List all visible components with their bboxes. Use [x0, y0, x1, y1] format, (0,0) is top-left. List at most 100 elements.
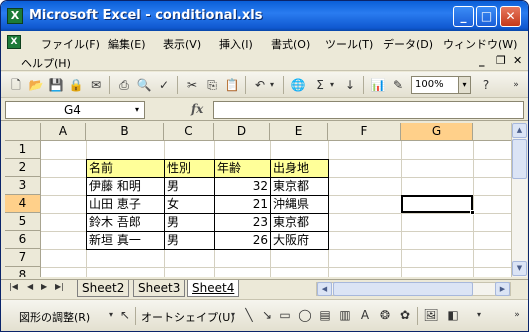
fill-color-dropdown-icon[interactable]: ▾	[471, 307, 487, 323]
scroll-up-icon[interactable]: ▲	[512, 123, 527, 138]
fill-handle[interactable]	[470, 210, 475, 215]
vertical-scrollbar[interactable]: ▲ ▼	[511, 123, 527, 277]
copy-icon[interactable]: ⎘	[203, 76, 221, 94]
picture-icon[interactable]: 🖼	[423, 307, 439, 323]
arrow-icon[interactable]: ↘	[259, 307, 275, 323]
sort-ascending-icon[interactable]: ↓	[341, 76, 359, 94]
sheet-tab-sheet3[interactable]: Sheet3	[133, 280, 186, 297]
row-header[interactable]: 6	[5, 231, 41, 249]
scroll-left-icon[interactable]: ◀	[317, 282, 332, 296]
row-header[interactable]: 8	[5, 267, 41, 277]
column-header[interactable]: B	[86, 123, 164, 141]
column-header[interactable]: D	[214, 123, 270, 141]
column-header[interactable]: F	[328, 123, 401, 141]
table-cell[interactable]: 東京都	[271, 214, 328, 232]
table-cell[interactable]: 東京都	[271, 178, 328, 196]
table-cell[interactable]: 新垣 真一	[87, 232, 164, 250]
column-header[interactable]: A	[41, 123, 86, 141]
select-objects-icon[interactable]: ↖	[117, 307, 133, 323]
diagram-icon[interactable]: ❂	[377, 307, 393, 323]
row-header[interactable]: 5	[5, 213, 41, 231]
menu-tools[interactable]: ツール(T)	[325, 36, 373, 52]
title-bar[interactable]: X Microsoft Excel - conditional.xls _ □ …	[1, 1, 528, 31]
toolbar-overflow-icon[interactable]: »	[507, 76, 525, 94]
draw-menu-button[interactable]: 図形の調整(R)	[19, 309, 90, 325]
paste-icon[interactable]: 📋	[223, 76, 241, 94]
horizontal-scrollbar[interactable]: ◀ ▶	[316, 282, 511, 296]
menu-insert[interactable]: 挿入(I)	[219, 36, 253, 52]
table-header-cell[interactable]: 名前	[87, 160, 164, 178]
permission-icon[interactable]: 🔒	[67, 76, 85, 94]
table-cell[interactable]: 伊藤 和明	[87, 178, 164, 196]
insert-function-icon[interactable]: fx	[191, 102, 203, 116]
line-icon[interactable]: ╲	[241, 307, 257, 323]
doc-minimize-icon[interactable]: _	[479, 54, 485, 67]
table-cell[interactable]: 山田 恵子	[87, 196, 164, 214]
scroll-right-icon[interactable]: ▶	[495, 282, 510, 296]
table-header-cell[interactable]: 性別	[165, 160, 214, 178]
hscroll-thumb[interactable]	[333, 282, 473, 296]
table-cell[interactable]: 21	[215, 196, 270, 214]
zoom-dropdown-icon[interactable]: ▾	[458, 77, 470, 93]
select-all-corner[interactable]	[5, 123, 41, 141]
menu-edit[interactable]: 編集(E)	[108, 36, 146, 52]
vertical-textbox-icon[interactable]: ▥	[337, 307, 353, 323]
scroll-thumb[interactable]	[512, 139, 527, 179]
table-cell[interactable]: 鈴木 吾郎	[87, 214, 164, 232]
autosum-dropdown-icon[interactable]: ▾	[327, 76, 337, 94]
hyperlink-icon[interactable]: 🌐	[289, 76, 307, 94]
last-sheet-icon[interactable]: ▶|	[55, 282, 64, 291]
worksheet-grid[interactable]: A B C D E F G 1 2 3 4 5 6 7 8 名前 性別 年齢 出	[5, 123, 511, 277]
oval-icon[interactable]: ◯	[297, 307, 313, 323]
doc-close-icon[interactable]: ✕	[513, 54, 522, 67]
row-header[interactable]: 2	[5, 159, 41, 177]
table-cell[interactable]: 男	[165, 214, 214, 232]
first-sheet-icon[interactable]: |◀	[9, 282, 18, 291]
help-icon[interactable]: ?	[477, 76, 495, 94]
save-icon[interactable]: 💾	[47, 76, 65, 94]
autoshapes-dropdown-icon[interactable]: ▾	[225, 307, 241, 323]
table-cell[interactable]: 23	[215, 214, 270, 232]
drawing-overflow-icon[interactable]: »	[509, 307, 525, 323]
fill-color-icon[interactable]: ◧	[445, 307, 461, 323]
active-cell-g4[interactable]	[401, 195, 475, 215]
textbox-icon[interactable]: ▤	[317, 307, 333, 323]
excel-app-icon[interactable]: X	[7, 8, 23, 24]
open-icon[interactable]: 📂	[27, 76, 45, 94]
table-cell[interactable]: 女	[165, 196, 214, 214]
table-cell[interactable]: 大阪府	[271, 232, 328, 250]
row-header[interactable]: 7	[5, 249, 41, 267]
name-box-dropdown-icon[interactable]: ▾	[130, 102, 144, 118]
sheet-tab-sheet2[interactable]: Sheet2	[77, 280, 130, 297]
table-cell[interactable]: 男	[165, 178, 214, 196]
row-header[interactable]: 1	[5, 141, 41, 159]
drawing-icon[interactable]: ✎	[389, 76, 407, 94]
print-preview-icon[interactable]: 🔍	[135, 76, 153, 94]
menu-window[interactable]: ウィンドウ(W)	[443, 36, 517, 52]
prev-sheet-icon[interactable]: ◀	[27, 282, 33, 291]
table-cell[interactable]: 男	[165, 232, 214, 250]
formula-input[interactable]	[213, 101, 524, 119]
undo-dropdown-icon[interactable]: ▾	[267, 76, 277, 94]
menu-help[interactable]: ヘルプ(H)	[21, 55, 71, 71]
next-sheet-icon[interactable]: ▶	[41, 282, 47, 291]
menu-format[interactable]: 書式(O)	[271, 36, 310, 52]
scroll-down-icon[interactable]: ▼	[512, 261, 527, 276]
menu-file[interactable]: ファイル(F)	[41, 36, 100, 52]
table-cell[interactable]: 26	[215, 232, 270, 250]
table-cell[interactable]: 32	[215, 178, 270, 196]
spelling-icon[interactable]: ✓	[155, 76, 173, 94]
sheet-tab-sheet4[interactable]: Sheet4	[187, 280, 240, 297]
print-icon[interactable]: ⎙	[115, 76, 133, 94]
table-header-cell[interactable]: 年齢	[215, 160, 270, 178]
doc-restore-icon[interactable]: ❐	[496, 54, 506, 67]
document-icon[interactable]: X	[7, 35, 21, 49]
new-icon[interactable]: 🗋	[7, 76, 25, 94]
menu-view[interactable]: 表示(V)	[163, 36, 201, 52]
menu-data[interactable]: データ(D)	[383, 36, 433, 52]
cut-icon[interactable]: ✂	[183, 76, 201, 94]
column-header-selected[interactable]: G	[401, 123, 473, 141]
close-button[interactable]: ✕	[500, 6, 521, 27]
table-cell[interactable]: 沖縄県	[271, 196, 328, 214]
row-header-selected[interactable]: 4	[5, 195, 41, 213]
